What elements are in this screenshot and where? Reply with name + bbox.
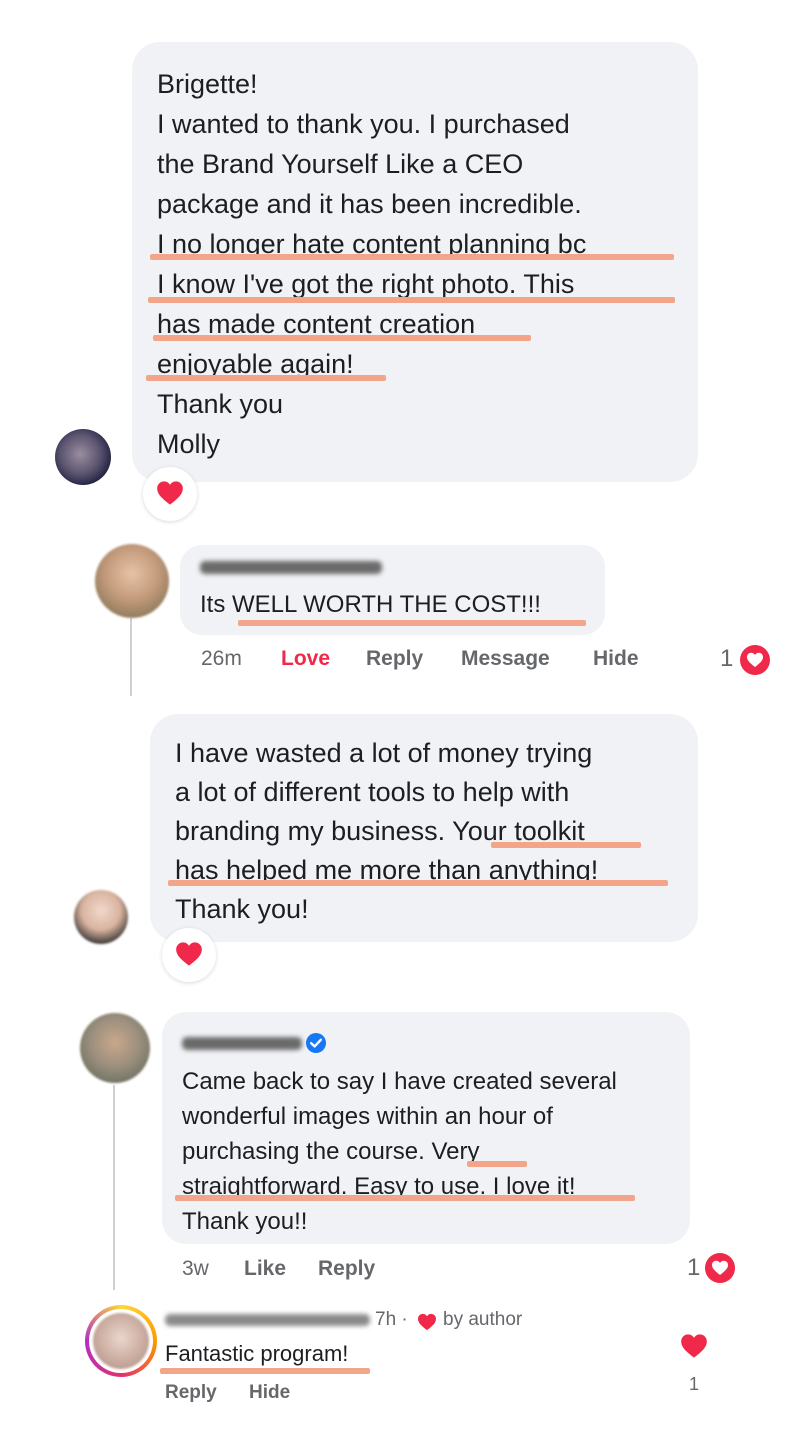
like-heart-icon[interactable]	[680, 1333, 708, 1359]
love-reaction-icon[interactable]	[705, 1253, 735, 1283]
reaction-count: 1	[720, 645, 734, 672]
hide-button[interactable]: Hide	[249, 1382, 290, 1404]
comment-bubble-2: I have wasted a lot of money trying a lo…	[150, 714, 698, 942]
highlight-underline	[150, 254, 674, 260]
comment-line: I have wasted a lot of money trying	[175, 738, 593, 768]
reply-line: Came back to say I have created several	[182, 1068, 617, 1095]
blurred-username	[182, 1037, 302, 1050]
highlight-underline	[148, 297, 675, 303]
comment-text: Fantastic program!	[165, 1341, 349, 1366]
reply-button[interactable]: Reply	[318, 1257, 375, 1281]
avatar-reply-2[interactable]	[80, 1013, 150, 1083]
timestamp: 26m	[201, 647, 242, 670]
reaction-badge[interactable]	[162, 928, 216, 982]
reaction-badge[interactable]	[143, 467, 197, 521]
reply-text-prefix: Its	[200, 591, 233, 618]
heart-icon	[157, 481, 183, 505]
like-count: 1	[689, 1374, 700, 1394]
comment-line: Thank you	[157, 389, 284, 419]
avatar-commenter-2[interactable]	[74, 890, 128, 944]
highlight-underline	[168, 880, 668, 886]
highlight-underline	[153, 335, 531, 341]
love-button[interactable]: Love	[281, 647, 330, 671]
comment-line: Brigette!	[157, 69, 258, 99]
thread-line	[113, 1085, 115, 1290]
comment-line: Molly	[157, 429, 221, 459]
reply-button[interactable]: Reply	[366, 647, 423, 671]
highlight-underline	[146, 375, 386, 381]
reply-line: Thank you!!	[182, 1208, 308, 1235]
reply-bubble-2: Came back to say I have created several …	[162, 1012, 690, 1244]
heart-icon	[418, 1313, 436, 1331]
comment-line: package and it has been incredible.	[157, 189, 582, 219]
avatar-molly[interactable]	[55, 429, 111, 485]
highlight-underline	[238, 620, 586, 626]
reaction-count: 1	[687, 1254, 701, 1281]
like-button[interactable]: Like	[244, 1257, 286, 1281]
highlight-underline	[160, 1368, 370, 1374]
comment-time: 7h ·	[375, 1309, 408, 1330]
highlight-underline	[467, 1161, 527, 1167]
timestamp: 3w	[182, 1257, 209, 1280]
reply-button[interactable]: Reply	[165, 1382, 217, 1404]
avatar-story-ring[interactable]	[85, 1305, 157, 1377]
comment-line: the Brand Yourself Like a CEO	[157, 149, 524, 179]
love-reaction-icon[interactable]	[740, 645, 770, 675]
highlight-underline	[175, 1195, 635, 1201]
thread-line	[130, 618, 132, 696]
message-button[interactable]: Message	[461, 647, 550, 671]
blurred-username	[200, 561, 382, 574]
heart-icon	[176, 942, 202, 966]
verified-badge-icon	[306, 1033, 326, 1053]
comment-line: Thank you!	[175, 894, 309, 924]
liked-by-author-label: by author	[443, 1309, 523, 1330]
comment-line: a lot of different tools to help with	[175, 777, 570, 807]
reply-line: wonderful images within an hour of	[182, 1103, 553, 1130]
hide-button[interactable]: Hide	[593, 647, 639, 671]
reply-text-highlight: WELL WORTH THE COST!!!	[232, 591, 541, 618]
comment-line: I wanted to thank you. I purchased	[157, 109, 570, 139]
comment-bubble-molly: Brigette! I wanted to thank you. I purch…	[132, 42, 698, 482]
reply-text: Its WELL WORTH THE COST!!!	[200, 591, 541, 619]
reply-line: purchasing the course. Very	[182, 1138, 480, 1165]
highlight-underline	[491, 842, 641, 848]
avatar-reply-1[interactable]	[95, 544, 169, 618]
blurred-username	[165, 1314, 370, 1326]
